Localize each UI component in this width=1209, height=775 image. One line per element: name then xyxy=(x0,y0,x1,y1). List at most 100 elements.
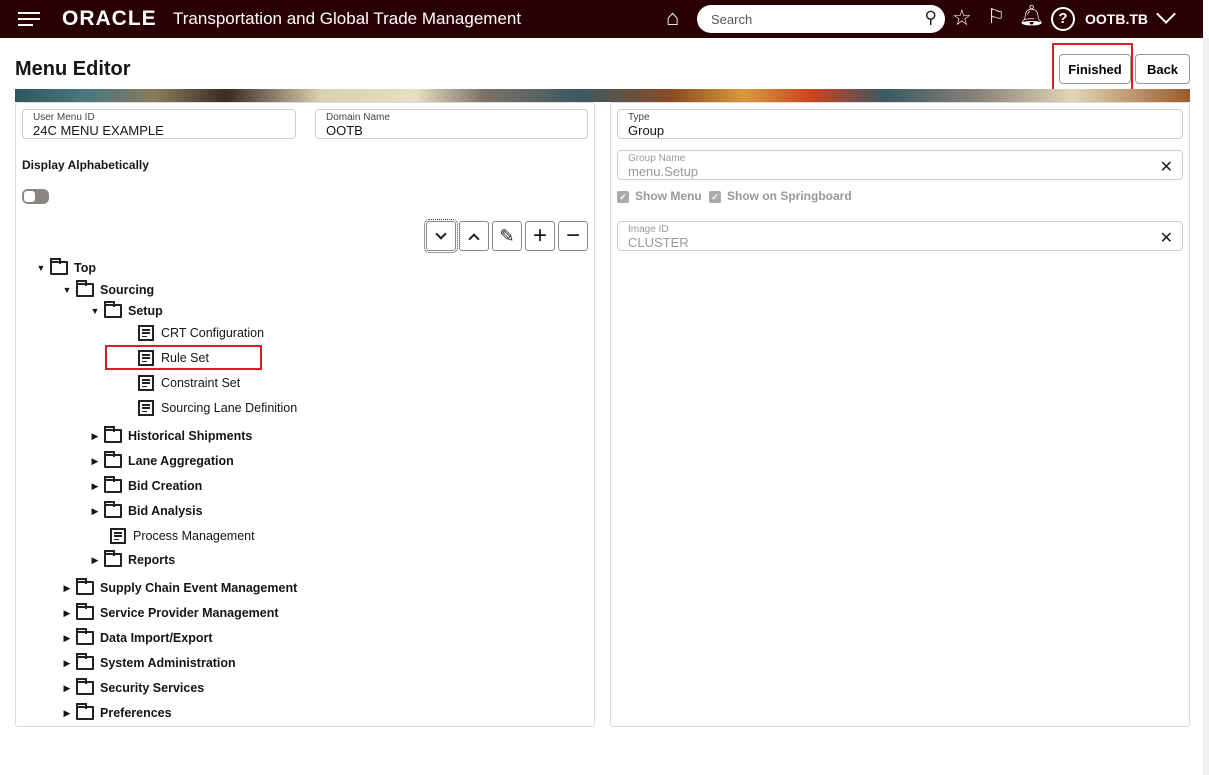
folder-icon xyxy=(104,451,122,468)
decorative-banner xyxy=(15,89,1190,102)
clear-icon[interactable]: ✕ xyxy=(1160,228,1173,248)
caret-right-icon[interactable]: ▶ xyxy=(60,633,74,644)
tree-node[interactable]: ▶ Lane Aggregation xyxy=(88,450,234,472)
chevron-up-icon xyxy=(468,232,480,245)
tree-node[interactable]: CRT Configuration xyxy=(138,322,264,344)
folder-icon xyxy=(104,426,122,443)
caret-right-icon[interactable]: ▶ xyxy=(60,683,74,694)
show-menu-checkbox[interactable]: ✓ Show Menu xyxy=(617,189,702,203)
flag-icon[interactable]: ⚐ xyxy=(987,7,1005,27)
scrollbar[interactable] xyxy=(1203,38,1209,775)
field-label: User Menu ID xyxy=(33,112,95,123)
field-label: Image ID xyxy=(628,224,669,235)
tree-node[interactable]: ▶ Service Provider Management xyxy=(60,602,279,624)
tree-node-label: Process Management xyxy=(133,529,255,543)
back-button[interactable]: Back xyxy=(1135,54,1190,84)
document-icon xyxy=(138,325,154,341)
tree-node-label: Top xyxy=(74,261,96,275)
tree-node[interactable]: ▶ Historical Shipments xyxy=(88,425,252,447)
folder-icon xyxy=(76,678,94,695)
menu-icon[interactable] xyxy=(18,12,40,26)
tree-node-label: Constraint Set xyxy=(161,376,241,390)
folder-icon xyxy=(76,628,94,645)
user-menu-id-field[interactable]: User Menu ID 24C MENU EXAMPLE xyxy=(22,109,296,139)
field-value: OOTB xyxy=(326,123,363,138)
remove-button[interactable]: − xyxy=(558,221,588,251)
tree-node-label: Bid Analysis xyxy=(128,504,203,518)
tree-node[interactable]: Sourcing Lane Definition xyxy=(138,397,297,419)
checkbox-label: Show Menu xyxy=(635,189,702,203)
clear-icon[interactable]: ✕ xyxy=(1160,157,1173,177)
search-icon[interactable]: ⚲ xyxy=(925,8,937,28)
bell-icon[interactable]: 🔔︎ xyxy=(1019,6,1044,26)
check-icon: ✓ xyxy=(617,191,629,203)
folder-icon xyxy=(104,301,122,318)
caret-right-icon[interactable]: ▶ xyxy=(60,708,74,719)
folder-icon xyxy=(76,703,94,720)
tree-node[interactable]: ▶ Preferences xyxy=(60,702,172,724)
caret-right-icon[interactable]: ▶ xyxy=(88,456,102,467)
caret-down-icon[interactable]: ▼ xyxy=(60,285,74,295)
folder-icon xyxy=(76,578,94,595)
caret-down-icon[interactable]: ▼ xyxy=(88,306,102,316)
tree-node-label: Data Import/Export xyxy=(100,631,213,645)
checkbox-label: Show on Springboard xyxy=(727,189,852,203)
tree-node[interactable]: ▶ Bid Analysis xyxy=(88,500,203,522)
move-down-button[interactable] xyxy=(424,219,458,253)
caret-right-icon[interactable]: ▶ xyxy=(60,583,74,594)
group-name-field[interactable]: Group Name menu.Setup ✕ xyxy=(617,150,1183,180)
tree-node[interactable]: ▼ Top xyxy=(34,257,96,279)
add-button[interactable]: + xyxy=(525,221,555,251)
folder-icon xyxy=(50,258,68,275)
home-icon[interactable]: ⌂ xyxy=(666,7,679,29)
tree-node[interactable]: ▶ Data Import/Export xyxy=(60,627,213,649)
caret-right-icon[interactable]: ▶ xyxy=(60,658,74,669)
caret-right-icon[interactable]: ▶ xyxy=(60,608,74,619)
chevron-down-icon xyxy=(435,227,447,240)
field-label: Domain Name xyxy=(326,112,390,123)
type-field[interactable]: Type Group xyxy=(617,109,1183,139)
tree-node-label: Setup xyxy=(128,304,163,318)
help-icon[interactable]: ? xyxy=(1051,7,1075,31)
highlight-box xyxy=(105,345,262,370)
show-on-springboard-checkbox[interactable]: ✓ Show on Springboard xyxy=(709,189,852,203)
caret-right-icon[interactable]: ▶ xyxy=(88,481,102,492)
tree-node[interactable]: Constraint Set xyxy=(138,372,240,394)
field-value: 24C MENU EXAMPLE xyxy=(33,123,164,138)
tree-node-label: Sourcing Lane Definition xyxy=(161,401,298,415)
page-title: Menu Editor xyxy=(15,58,131,80)
pencil-icon: ✎ xyxy=(499,225,515,246)
star-icon[interactable]: ☆ xyxy=(952,7,972,29)
caret-down-icon[interactable]: ▼ xyxy=(34,263,48,273)
tree-node[interactable]: ▶ Bid Creation xyxy=(88,475,202,497)
tree-node-label: Security Services xyxy=(100,681,205,695)
caret-right-icon[interactable]: ▶ xyxy=(88,506,102,517)
tree-node[interactable]: ▶ Supply Chain Event Management xyxy=(60,577,297,599)
search-input[interactable]: Search ⚲ xyxy=(697,5,945,33)
minus-icon: − xyxy=(565,222,580,249)
tree-node[interactable]: ▼ Sourcing xyxy=(60,279,154,301)
folder-icon xyxy=(104,476,122,493)
folder-icon xyxy=(104,501,122,518)
tree-node[interactable]: ▼ Setup xyxy=(88,300,163,322)
move-up-button[interactable] xyxy=(459,221,489,251)
field-value: Group xyxy=(628,123,665,138)
user-name[interactable]: OOTB.TB xyxy=(1085,11,1148,27)
domain-name-field[interactable]: Domain Name OOTB xyxy=(315,109,588,139)
field-label: Type xyxy=(628,112,650,123)
edit-button[interactable]: ✎ xyxy=(492,221,522,251)
folder-icon xyxy=(76,280,94,297)
caret-right-icon[interactable]: ▶ xyxy=(88,555,102,566)
tree-node-label: Sourcing xyxy=(100,283,155,297)
image-id-field[interactable]: Image ID CLUSTER ✕ xyxy=(617,221,1183,251)
chevron-down-icon[interactable] xyxy=(1156,4,1176,24)
highlight-box xyxy=(1052,43,1133,93)
document-icon xyxy=(138,400,154,416)
tree-node[interactable]: Process Management xyxy=(110,525,255,547)
tree-node[interactable]: ▶ System Administration xyxy=(60,652,236,674)
folder-icon xyxy=(76,653,94,670)
display-alphabetically-toggle[interactable] xyxy=(22,189,49,204)
tree-node[interactable]: ▶ Security Services xyxy=(60,677,204,699)
caret-right-icon[interactable]: ▶ xyxy=(88,431,102,442)
tree-node[interactable]: ▶ Reports xyxy=(88,549,175,571)
